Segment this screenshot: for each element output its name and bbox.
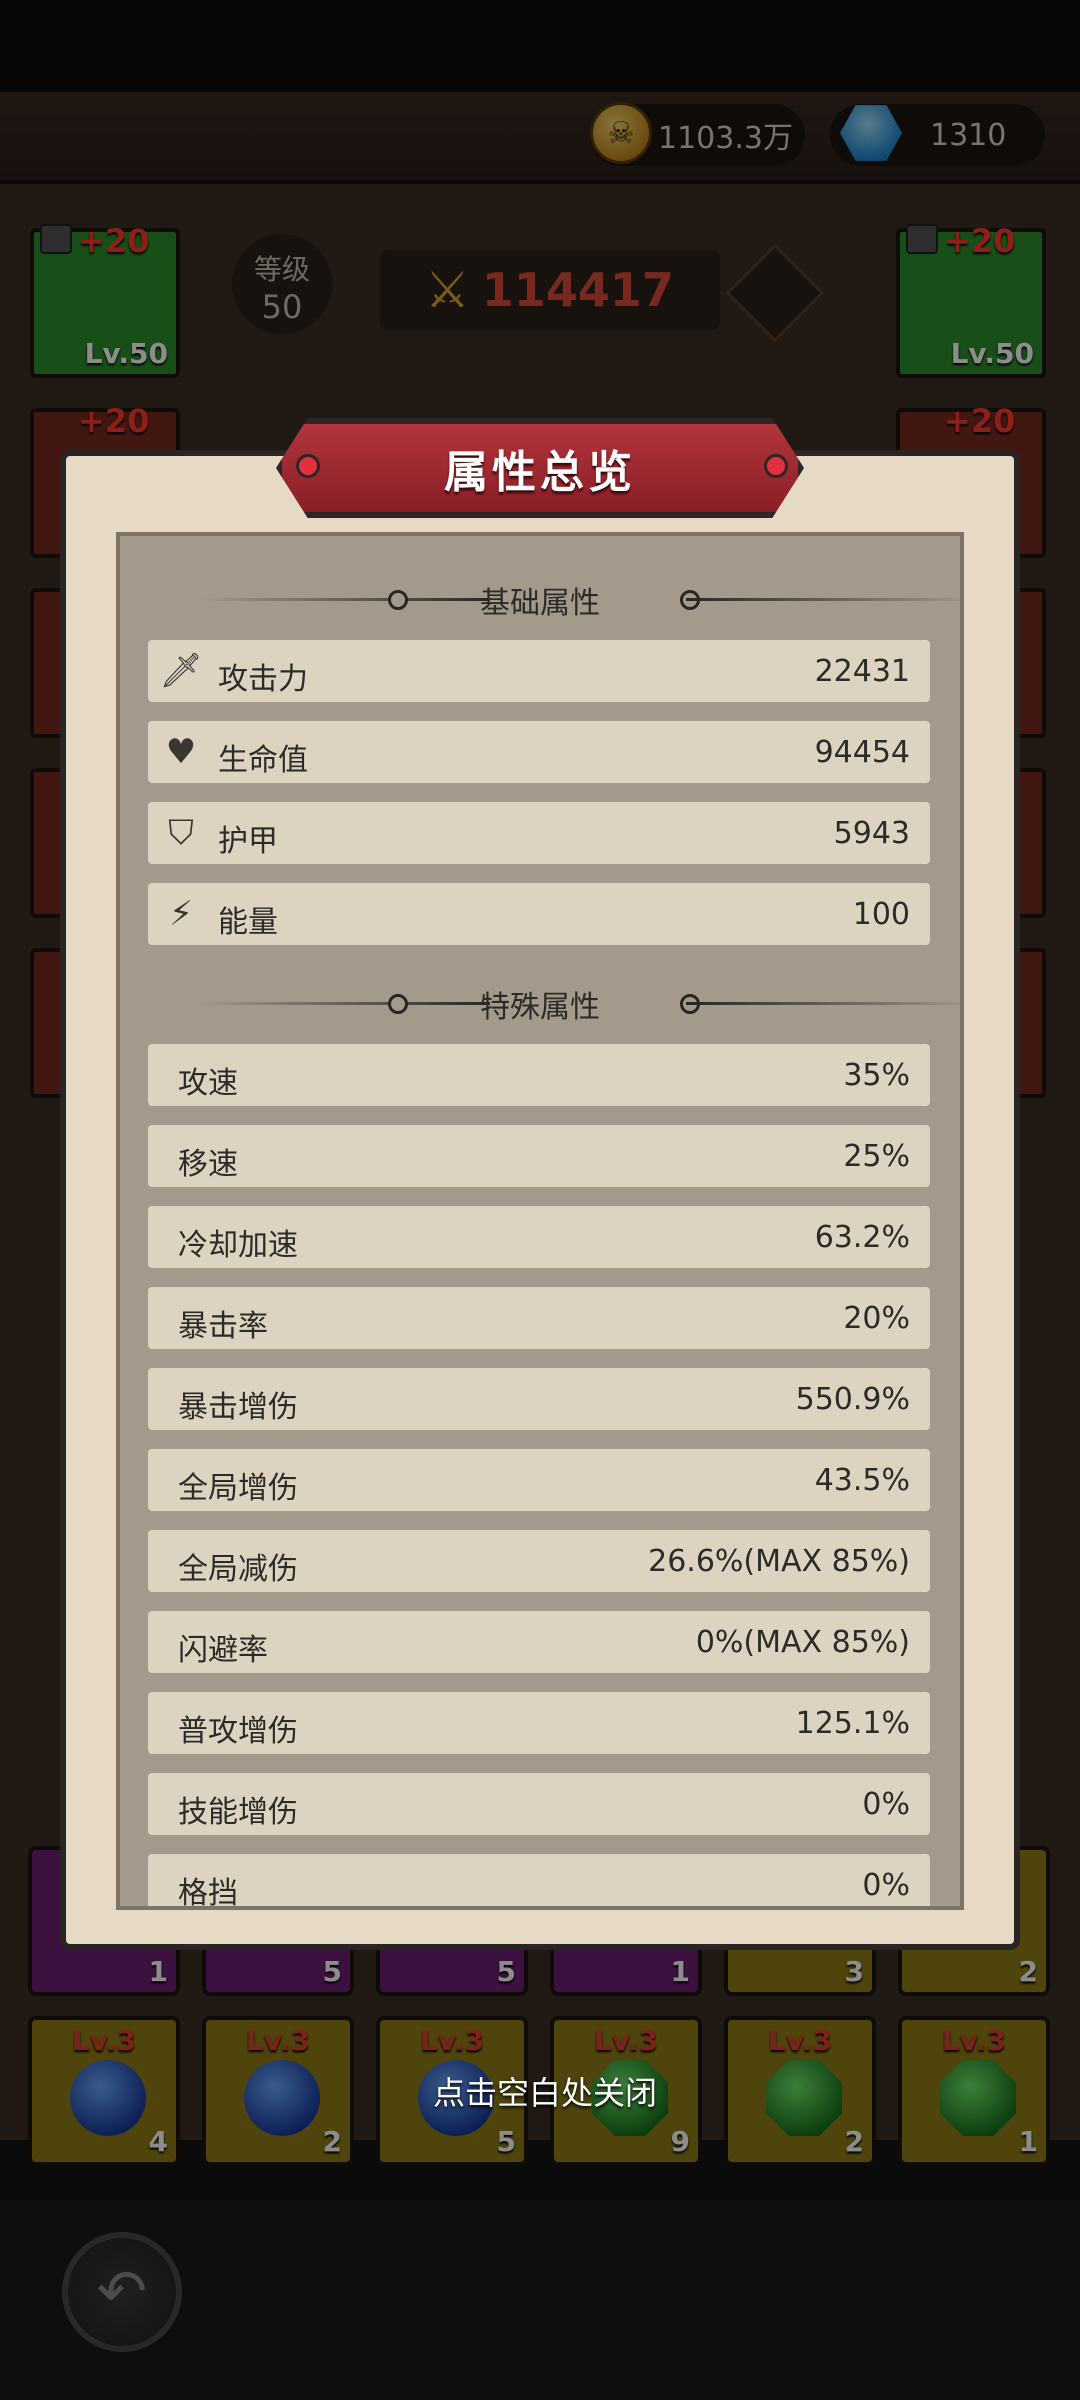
special-attributes-header: 特殊属性 bbox=[120, 972, 960, 1032]
attribute-value: 22431 bbox=[814, 654, 910, 689]
modal-title: 属性总览 bbox=[444, 447, 636, 498]
attribute-label: 闪避率 bbox=[178, 1633, 268, 1668]
attribute-list[interactable]: 基础属性 🗡 攻击力 22431 ♥ 生命值 94454 ⛉ 护甲 5943 ⚡… bbox=[116, 532, 964, 1910]
attribute-row-attack: 🗡 攻击力 22431 bbox=[148, 640, 930, 702]
sword-icon: 🗡 bbox=[159, 651, 203, 691]
attribute-value: 94454 bbox=[814, 735, 910, 770]
attribute-label: 攻击力 bbox=[218, 662, 308, 697]
attribute-label: 攻速 bbox=[178, 1066, 238, 1101]
attribute-value: 550.9% bbox=[795, 1382, 910, 1417]
divider-line bbox=[686, 598, 960, 601]
close-hint: 点击空白处关闭 bbox=[432, 2074, 657, 2112]
attribute-label: 暴击增伤 bbox=[178, 1390, 298, 1425]
attribute-row: 格挡 0% bbox=[148, 1854, 930, 1910]
attribute-label: 全局增伤 bbox=[178, 1471, 298, 1506]
attribute-row: 攻速 35% bbox=[148, 1044, 930, 1106]
attribute-value: 25% bbox=[843, 1139, 910, 1174]
divider-line bbox=[686, 1002, 960, 1005]
attribute-value: 20% bbox=[843, 1301, 910, 1336]
attribute-panel-banner: 属性总览 bbox=[276, 418, 804, 518]
attribute-value: 100 bbox=[852, 897, 910, 932]
attribute-label: 全局减伤 bbox=[178, 1552, 298, 1587]
attribute-value: 0% bbox=[862, 1868, 910, 1903]
shield-icon: ⛉ bbox=[168, 813, 194, 853]
heart-icon: ♥ bbox=[165, 732, 197, 772]
attribute-value: 5943 bbox=[833, 816, 910, 851]
attribute-label: 技能增伤 bbox=[178, 1795, 298, 1830]
banner-gem-right bbox=[764, 454, 788, 478]
attribute-row: 冷却加速 63.2% bbox=[148, 1206, 930, 1268]
attribute-value: 26.6%(MAX 85%) bbox=[648, 1544, 910, 1579]
basic-attributes-header: 基础属性 bbox=[120, 568, 960, 628]
attribute-value: 125.1% bbox=[795, 1706, 910, 1741]
attribute-value: 43.5% bbox=[814, 1463, 910, 1498]
attribute-label: 暴击率 bbox=[178, 1309, 268, 1344]
lightning-icon: ⚡ bbox=[169, 894, 193, 934]
attribute-value: 0%(MAX 85%) bbox=[695, 1625, 910, 1660]
attribute-label: 移速 bbox=[178, 1147, 238, 1182]
attribute-label: 护甲 bbox=[218, 824, 278, 859]
attribute-label: 格挡 bbox=[178, 1876, 238, 1910]
attribute-row: 普攻增伤 125.1% bbox=[148, 1692, 930, 1754]
attribute-row: 全局增伤 43.5% bbox=[148, 1449, 930, 1511]
attribute-label: 冷却加速 bbox=[178, 1228, 298, 1263]
attribute-label: 生命值 bbox=[218, 743, 308, 778]
attribute-value: 0% bbox=[862, 1787, 910, 1822]
attribute-label: 能量 bbox=[218, 905, 278, 940]
attribute-row: 闪避率 0%(MAX 85%) bbox=[148, 1611, 930, 1673]
attribute-value: 35% bbox=[843, 1058, 910, 1093]
attribute-row-armor: ⛉ 护甲 5943 bbox=[148, 802, 930, 864]
attribute-row-energy: ⚡ 能量 100 bbox=[148, 883, 930, 945]
attribute-row: 移速 25% bbox=[148, 1125, 930, 1187]
attribute-row: 暴击增伤 550.9% bbox=[148, 1368, 930, 1430]
attribute-row: 技能增伤 0% bbox=[148, 1773, 930, 1835]
attribute-row-hp: ♥ 生命值 94454 bbox=[148, 721, 930, 783]
attribute-value: 63.2% bbox=[814, 1220, 910, 1255]
attribute-label: 普攻增伤 bbox=[178, 1714, 298, 1749]
attribute-row: 全局减伤 26.6%(MAX 85%) bbox=[148, 1530, 930, 1592]
attribute-row: 暴击率 20% bbox=[148, 1287, 930, 1349]
banner-gem-left bbox=[296, 454, 320, 478]
